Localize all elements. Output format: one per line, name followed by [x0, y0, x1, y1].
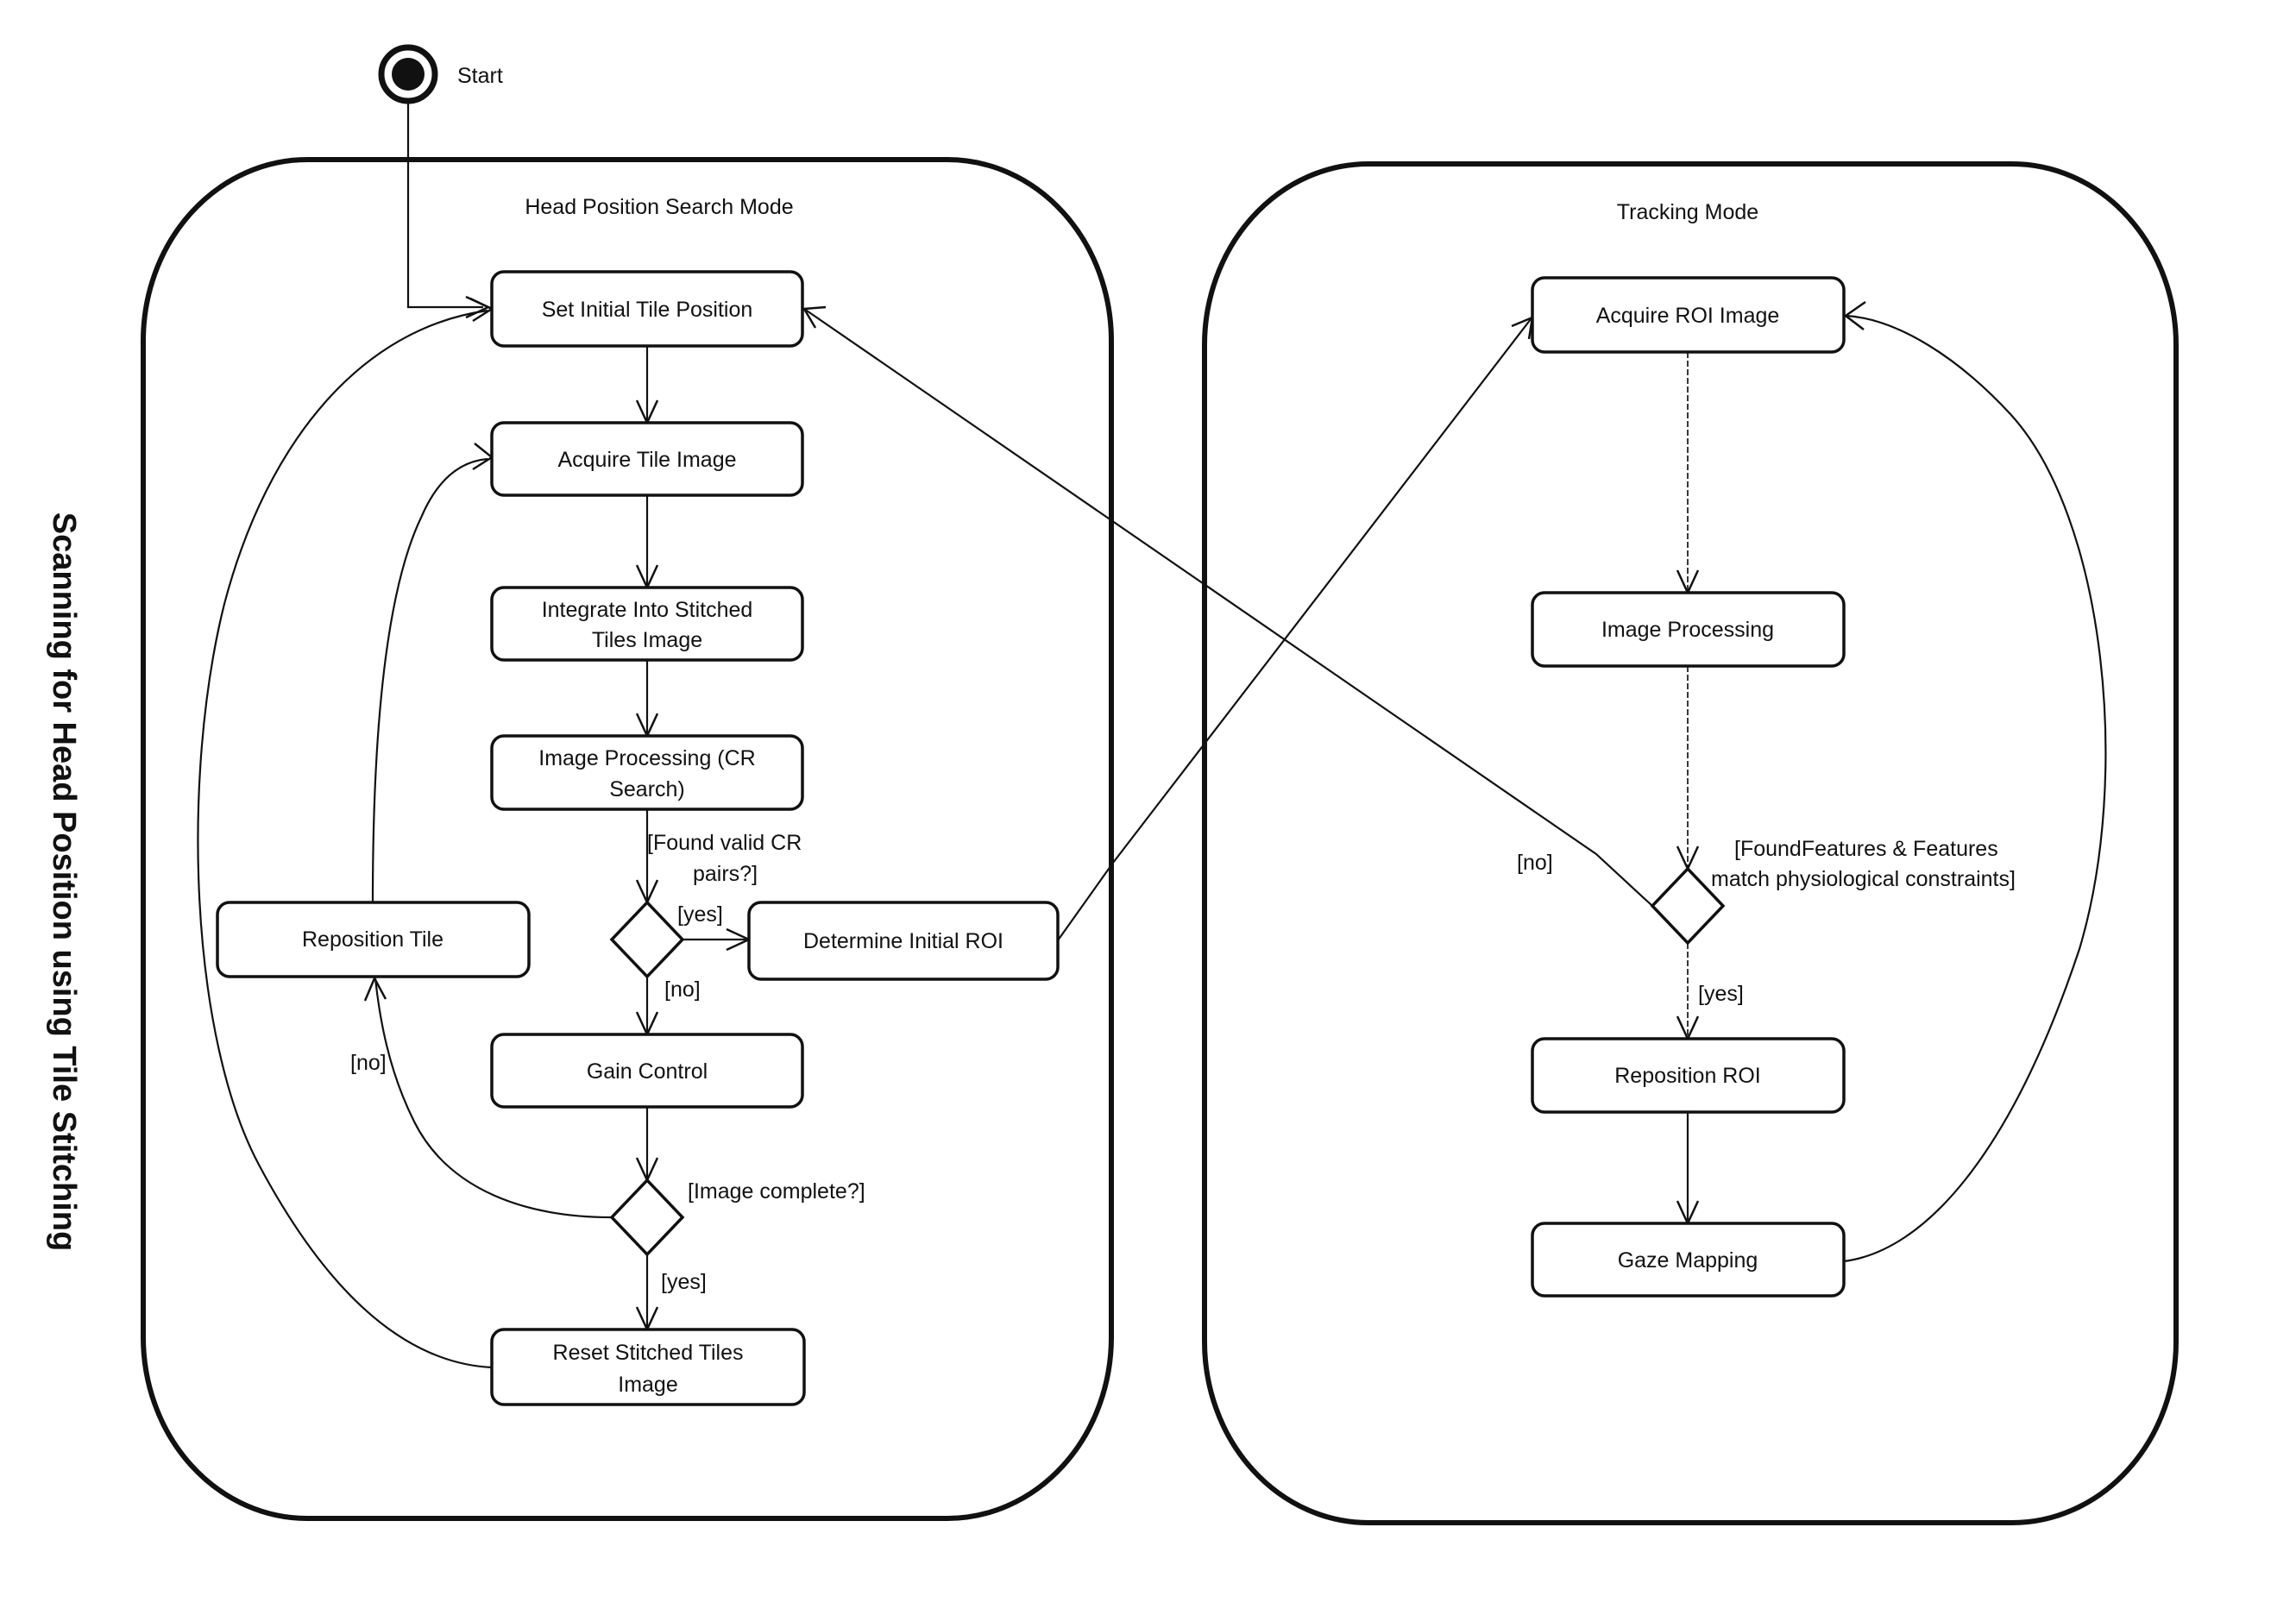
- edge-gaze-to-acquire-roi: [1843, 314, 2107, 1263]
- node-label: Acquire ROI Image: [1596, 304, 1780, 328]
- guard-label: [yes]: [677, 902, 723, 927]
- arrowhead: [472, 443, 494, 471]
- guard-label: [FoundFeatures & Features: [1734, 837, 1998, 861]
- start-node: [378, 44, 438, 104]
- guard-label: pairs?]: [693, 862, 758, 886]
- arrowhead: [363, 976, 387, 1002]
- decision-image-complete: [609, 1178, 685, 1257]
- node-label: Gain Control: [587, 1059, 708, 1084]
- guard-label: match physiological constraints]: [1711, 867, 2016, 891]
- search-mode-title: Head Position Search Mode: [525, 195, 793, 219]
- node-label: Acquire Tile Image: [557, 448, 736, 472]
- start-label: Start: [457, 64, 503, 88]
- diagram-title: Scanning for Head Position using Tile St…: [46, 512, 82, 1251]
- node-label: Set Initial Tile Position: [542, 298, 753, 322]
- edge-reposition-to-acquire: [371, 457, 488, 903]
- node-label: Tiles Image: [592, 628, 702, 652]
- node-label: Reposition Tile: [302, 927, 443, 952]
- node-label: Reset Stitched Tiles: [553, 1341, 744, 1365]
- edge-tracking-no-to-set-initial: [803, 308, 1653, 907]
- edge-start-to-set-initial: [406, 101, 483, 309]
- decision-found-valid-cr: [609, 900, 685, 979]
- activity-diagram: Scanning for Head Position using Tile St…: [46, 44, 2179, 1525]
- guard-label: [no]: [664, 977, 701, 1002]
- head-position-search-mode-panel: [141, 157, 1114, 1521]
- node-label: Reposition ROI: [1614, 1064, 1761, 1088]
- guard-label: [Image complete?]: [688, 1179, 865, 1204]
- guard-label: [Found valid CR: [647, 831, 802, 855]
- node-label: Determine Initial ROI: [803, 929, 1003, 953]
- node-label: Integrate Into Stitched: [542, 598, 753, 622]
- guard-label: [no]: [1517, 851, 1553, 875]
- node-label: Image Processing: [1601, 618, 1774, 642]
- edge-reset-to-set-initial: [197, 309, 493, 1369]
- tracking-mode-panel: [1202, 161, 2179, 1525]
- guard-label: [yes]: [661, 1270, 707, 1294]
- edge-determine-roi-to-acquire-roi: [1057, 318, 1532, 941]
- node-label: Gaze Mapping: [1618, 1248, 1758, 1273]
- node-label: Image Processing (CR: [538, 746, 755, 770]
- node-label: Search): [609, 777, 685, 801]
- guard-label: [no]: [350, 1051, 387, 1075]
- tracking-mode-title: Tracking Mode: [1617, 200, 1758, 224]
- guard-label: [yes]: [1698, 982, 1744, 1006]
- node-label: Image: [618, 1373, 677, 1397]
- arrowhead: [1676, 1015, 1700, 1041]
